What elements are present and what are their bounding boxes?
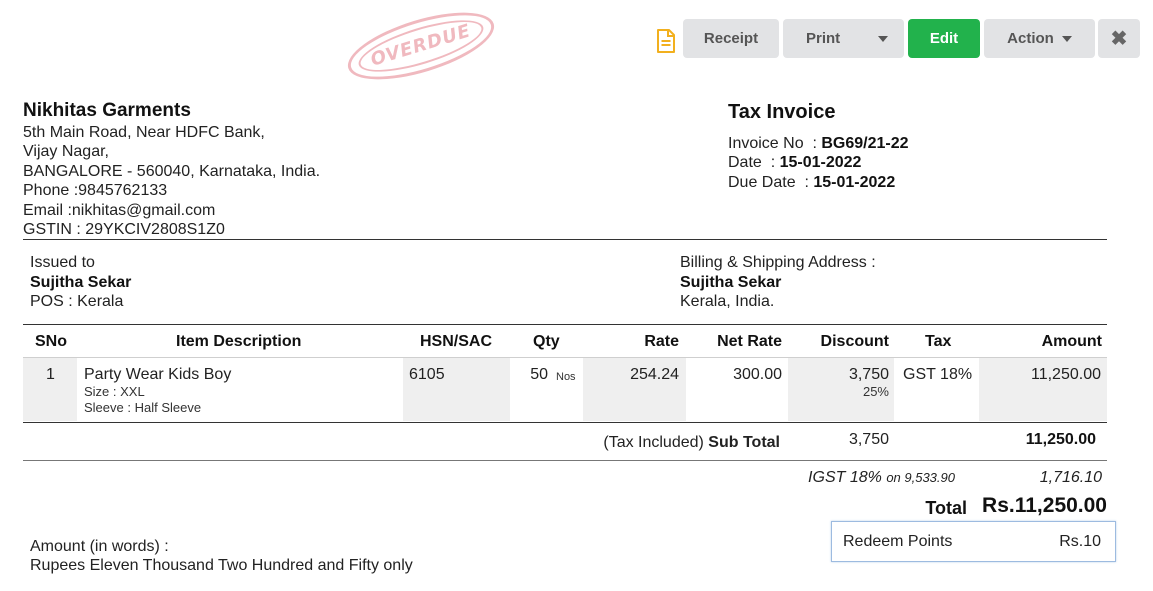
print-button-label: Print — [806, 30, 841, 47]
chevron-down-icon — [878, 36, 888, 42]
row-tax: GST 18% — [903, 366, 973, 383]
company-address-line: 5th Main Road, Near HDFC Bank, — [23, 124, 265, 141]
column-header-sno: SNo — [35, 333, 67, 350]
column-header-rate: Rate — [644, 333, 679, 350]
subtotal-amount: 11,250.00 — [1025, 431, 1096, 448]
row-sno: 1 — [46, 366, 55, 383]
subtotal-divider — [23, 460, 1107, 461]
print-button[interactable]: Print — [783, 19, 904, 58]
row-description: Party Wear Kids Boy — [84, 366, 232, 383]
stamp-text: OVERDUE — [368, 20, 474, 71]
action-button-label: Action — [1007, 30, 1054, 47]
row-qty-unit: Nos — [556, 371, 576, 383]
column-header-qty: Qty — [533, 333, 560, 350]
amount-in-words-label: Amount (in words) : — [30, 538, 169, 555]
company-phone: Phone :9845762133 — [23, 182, 168, 199]
due-date-row: Due Date : 15-01-2022 — [728, 174, 895, 192]
issued-to-label: Issued to — [30, 254, 95, 271]
place-of-supply: POS : Kerala — [30, 293, 124, 310]
header-divider — [23, 239, 1107, 240]
table-header-divider — [23, 357, 1107, 358]
redeem-points-box: Redeem Points Rs.10 — [831, 521, 1116, 562]
company-address-line: BANGALORE - 560040, Karnataka, India. — [23, 163, 321, 180]
edit-button[interactable]: Edit — [908, 19, 980, 58]
issued-to-name: Sujitha Sekar — [30, 274, 132, 291]
due-date-label: Due Date : — [728, 174, 814, 191]
row-attribute-size: Size : XXL — [84, 384, 145, 399]
row-discount-percent: 25% — [862, 384, 889, 399]
close-icon: ✖ — [1110, 28, 1128, 50]
close-button[interactable]: ✖ — [1098, 19, 1140, 58]
invoice-date-row: Date : 15-01-2022 — [728, 154, 861, 172]
subtotal-label: Sub Total — [708, 434, 780, 451]
column-header-tax: Tax — [925, 333, 952, 350]
table-top-divider — [23, 324, 1107, 325]
total-label: Total — [925, 498, 967, 518]
row-qty: 50 — [530, 366, 548, 383]
redeem-points-value: Rs.10 — [1059, 533, 1101, 550]
document-icon[interactable] — [656, 29, 676, 53]
row-attribute-sleeve: Sleeve : Half Sleeve — [84, 400, 202, 415]
total-amount: Rs.11,250.00 — [982, 494, 1107, 517]
subtotal-row-label: (Tax Included) Sub Total — [603, 434, 780, 452]
row-rate: 254.24 — [630, 366, 679, 383]
edit-button-label: Edit — [929, 30, 959, 47]
column-header-hsn: HSN/SAC — [420, 333, 493, 350]
company-address-line: Vijay Nagar, — [23, 143, 109, 160]
invoice-number: BG69/21-22 — [821, 135, 909, 152]
igst-row: IGST 18% on 9,533.90 — [808, 469, 955, 487]
igst-base: on 9,533.90 — [886, 470, 955, 485]
action-button[interactable]: Action — [984, 19, 1095, 58]
row-amount: 11,250.00 — [1031, 366, 1101, 383]
invoice-date: 15-01-2022 — [779, 154, 862, 171]
due-date: 15-01-2022 — [813, 174, 896, 191]
column-header-description: Item Description — [176, 333, 302, 350]
redeem-points-label: Redeem Points — [843, 533, 953, 550]
company-email: Email :nikhitas@gmail.com — [23, 202, 216, 219]
igst-label: IGST 18% — [808, 469, 882, 486]
amount-in-words: Rupees Eleven Thousand Two Hundred and F… — [30, 557, 413, 574]
column-header-amount: Amount — [1041, 333, 1102, 350]
receipt-button-label: Receipt — [703, 30, 759, 47]
row-net-rate: 300.00 — [733, 366, 782, 383]
row-hsn: 6105 — [409, 366, 445, 383]
igst-amount: 1,716.10 — [1039, 469, 1102, 486]
document-title: Tax Invoice — [728, 101, 836, 123]
column-header-net-rate: Net Rate — [717, 333, 782, 350]
invoice-number-row: Invoice No : BG69/21-22 — [728, 135, 909, 153]
table-bottom-divider — [23, 422, 1107, 423]
invoice-number-label: Invoice No : — [728, 135, 822, 152]
row-discount: 3,750 — [848, 366, 889, 383]
billing-name: Sujitha Sekar — [680, 274, 782, 291]
billing-address-label: Billing & Shipping Address : — [680, 254, 876, 271]
subtotal-prefix: (Tax Included) — [603, 434, 709, 451]
billing-address: Kerala, India. — [680, 293, 775, 310]
invoice-date-label: Date : — [728, 154, 780, 171]
company-name: Nikhitas Garments — [23, 100, 191, 121]
overdue-stamp: OVERDUE — [340, 0, 502, 94]
subtotal-discount: 3,750 — [848, 431, 889, 448]
receipt-button[interactable]: Receipt — [683, 19, 779, 58]
company-gstin: GSTIN : 29YKCIV2808S1Z0 — [23, 221, 225, 238]
column-header-discount: Discount — [820, 333, 889, 350]
chevron-down-icon — [1061, 35, 1072, 42]
